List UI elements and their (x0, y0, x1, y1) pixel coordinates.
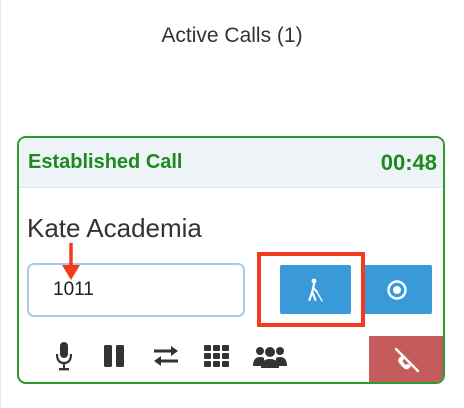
hold-button[interactable] (99, 336, 129, 376)
microphone-icon (55, 342, 73, 371)
blind-transfer-button[interactable] (280, 265, 351, 314)
record-icon (386, 279, 407, 300)
record-button[interactable] (361, 265, 432, 314)
mute-button[interactable] (49, 336, 79, 376)
call-timer: 00:48 (380, 150, 437, 175)
phone-hangup-icon (394, 347, 420, 373)
dialpad-button[interactable] (201, 336, 233, 376)
blind-transfer-icon (307, 278, 323, 302)
exchange-icon (154, 346, 178, 366)
divider (0, 0, 1, 408)
call-status: Established Call (28, 151, 183, 173)
dialpad-icon (204, 345, 229, 367)
active-calls-panel: Active Calls (1) Established Call 00:48 … (0, 0, 464, 408)
users-icon (253, 347, 287, 368)
pause-icon (104, 345, 124, 367)
page-title: Active Calls (1) (161, 24, 303, 47)
call-card: Established Call 00:48 Kate Academia (17, 136, 445, 384)
swap-call-button[interactable] (149, 336, 183, 376)
hangup-button[interactable] (369, 336, 443, 382)
conference-button[interactable] (251, 336, 289, 376)
call-card-header: Established Call 00:48 (19, 138, 443, 188)
transfer-number-input[interactable] (27, 263, 245, 317)
caller-name: Kate Academia (27, 213, 202, 243)
